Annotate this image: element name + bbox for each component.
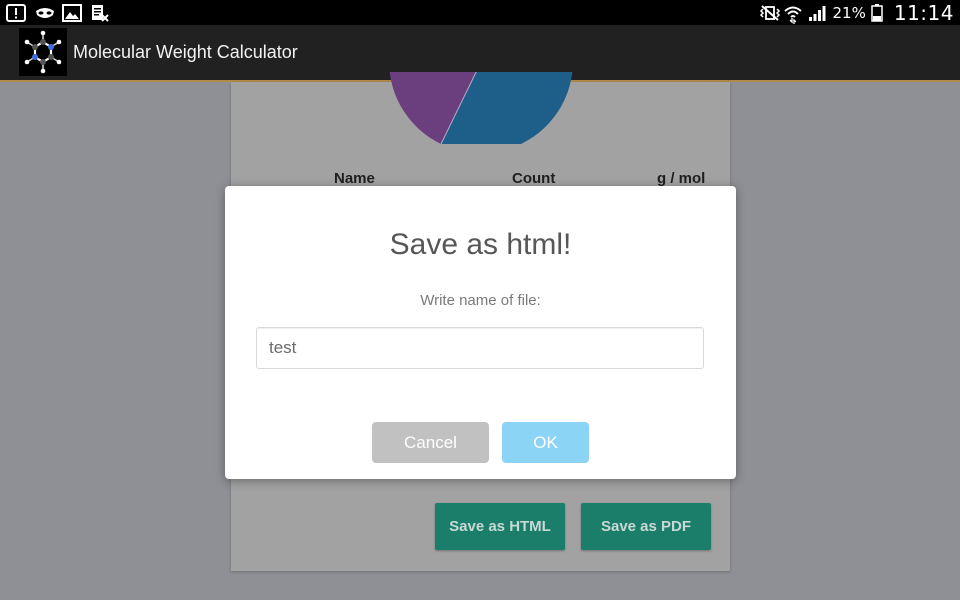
clock: 11:14: [893, 0, 954, 25]
document-close-icon: [90, 4, 110, 22]
column-header-gmol: g / mol: [657, 170, 706, 187]
molecule-icon[interactable]: [19, 28, 67, 76]
composition-pie-chart: [389, 72, 573, 144]
gallery-icon: [62, 4, 82, 22]
dialog-title: Save as html!: [389, 228, 572, 261]
column-header-name: Name: [334, 170, 375, 187]
cancel-button[interactable]: Cancel: [372, 422, 489, 463]
alert-icon: [6, 4, 26, 22]
signal-icon: [808, 4, 828, 22]
column-header-count: Count: [512, 170, 556, 187]
app-title: Molecular Weight Calculator: [73, 42, 298, 62]
ok-button[interactable]: OK: [502, 422, 589, 463]
save-as-pdf-button[interactable]: Save as PDF: [581, 503, 711, 550]
battery-percent: 21%: [832, 3, 866, 22]
status-bar: 21% 11:14: [0, 0, 960, 25]
notification-icons: [6, 3, 110, 23]
dialog-message: Write name of file:: [420, 292, 541, 309]
save-html-dialog: Save as html! Write name of file: Cancel…: [225, 186, 736, 479]
incognito-mask-icon: [34, 4, 54, 22]
wifi-icon: [783, 4, 803, 24]
save-as-html-button[interactable]: Save as HTML: [435, 503, 565, 550]
filename-input[interactable]: [256, 327, 704, 369]
screen: 21% 11:14 Molecular Weight Calculator Na…: [0, 0, 960, 600]
system-status: 21% 11:14: [758, 0, 954, 25]
vibrate-muted-icon: [758, 4, 780, 22]
battery-icon: [871, 3, 883, 22]
